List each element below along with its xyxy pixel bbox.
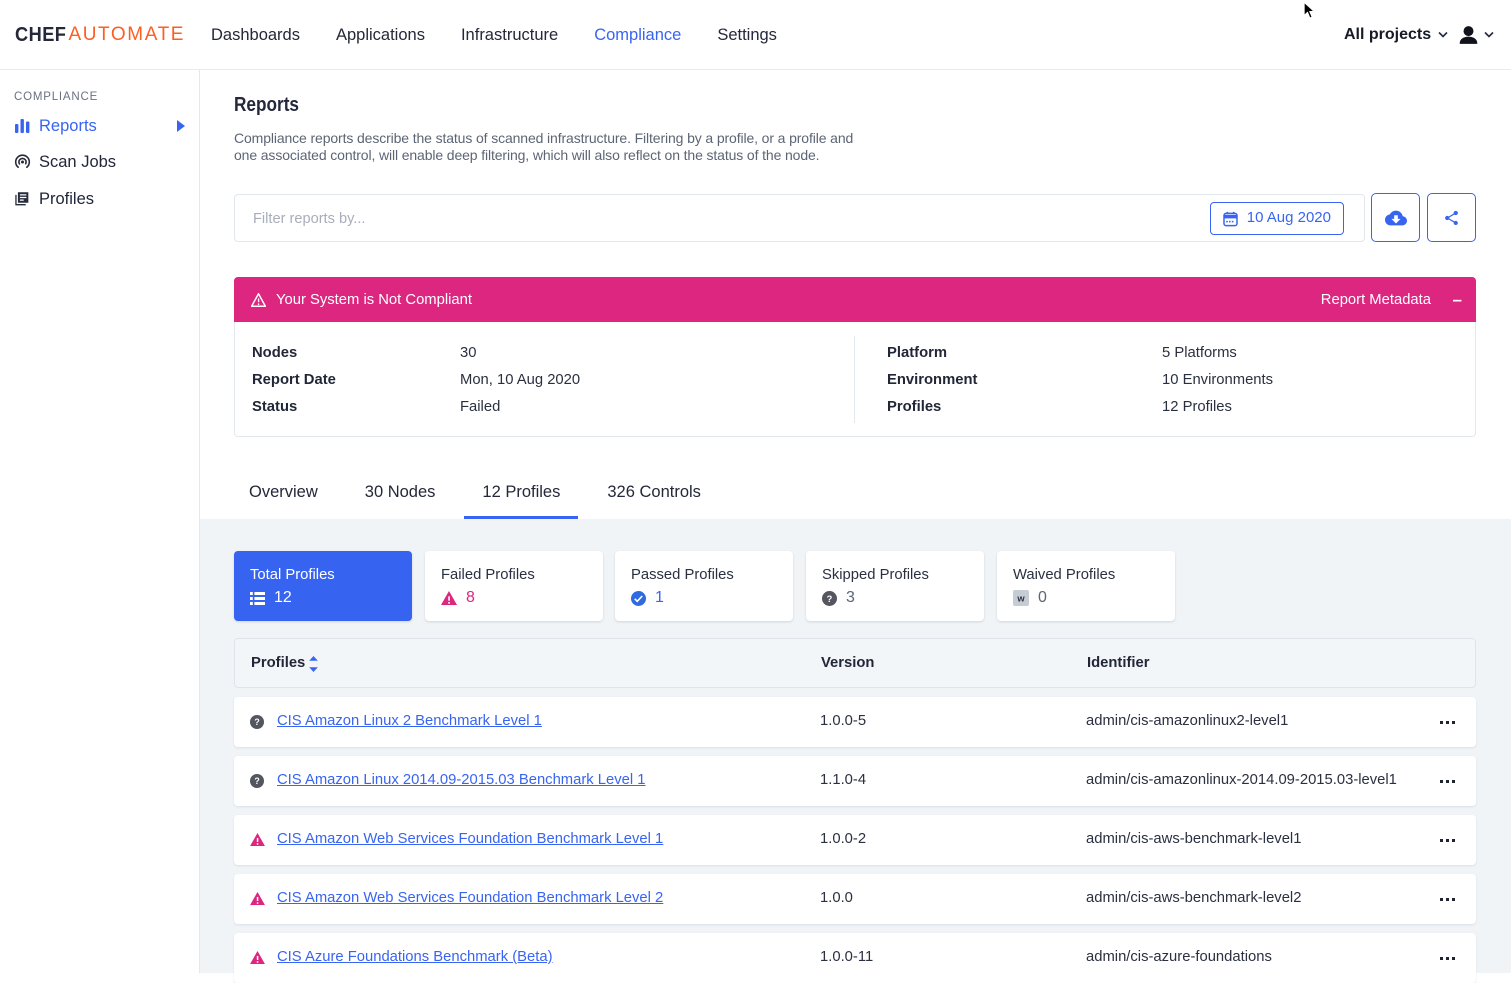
svg-text:w: w xyxy=(1016,594,1025,604)
svg-text:?: ? xyxy=(254,717,259,727)
svg-text:?: ? xyxy=(827,593,833,603)
svg-text:?: ? xyxy=(254,776,259,786)
